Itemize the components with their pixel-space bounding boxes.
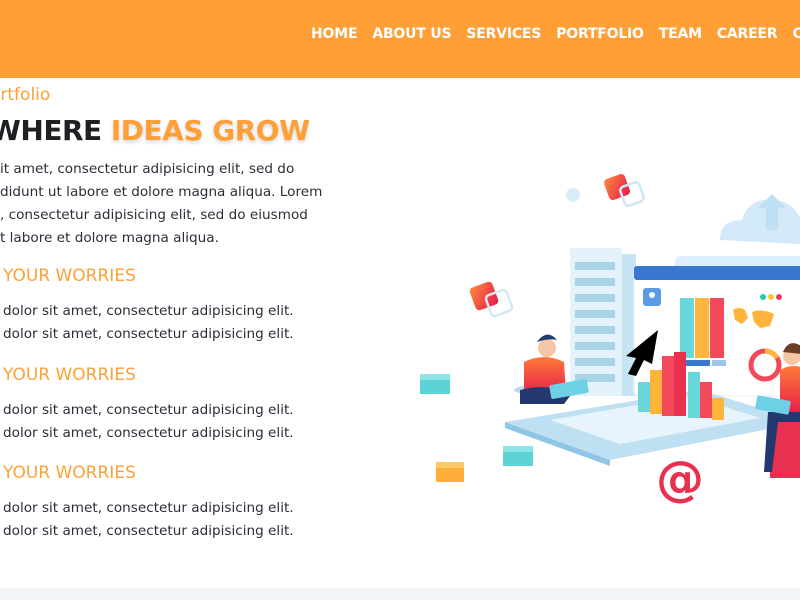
feature-text: dolor sit amet, consectetur adipisicing … <box>3 300 340 346</box>
intro-paragraph: it amet, consectetur adipisicing elit, s… <box>0 158 342 250</box>
main-nav: HOME ABOUT US SERVICES PORTFOLIO TEAM CA… <box>311 26 800 42</box>
floating-tile-icon <box>604 174 645 207</box>
nav-services[interactable]: SERVICES <box>466 26 541 42</box>
feature-line: dolor sit amet, consectetur adipisicing … <box>3 303 294 319</box>
feature-line: dolor sit amet, consectetur adipisicing … <box>3 402 294 418</box>
feature-line: dolor sit amet, consectetur adipisicing … <box>3 500 294 516</box>
at-symbol-icon: @ <box>656 451 704 507</box>
feature-text: dolor sit amet, consectetur adipisicing … <box>3 399 340 445</box>
nav-about-us[interactable]: ABOUT US <box>372 26 451 42</box>
feature-line: dolor sit amet, consectetur adipisicing … <box>3 425 294 441</box>
nav-contact[interactable]: CONT <box>792 26 800 42</box>
cube-teal <box>503 446 533 466</box>
intro-line: didunt ut labore et dolore magna aliqua.… <box>0 184 323 200</box>
page-title: WHERE IDEAS GROW <box>0 114 310 147</box>
breadcrumb: ortfolio <box>0 85 51 105</box>
title-accent: IDEAS GROW <box>110 114 310 147</box>
feature-block: YOUR WORRIES dolor sit amet, consectetur… <box>0 463 340 543</box>
feature-line: dolor sit amet, consectetur adipisicing … <box>3 326 294 342</box>
intro-line: , consectetur adipisicing elit, sed do e… <box>0 207 308 223</box>
nav-team[interactable]: TEAM <box>659 26 702 42</box>
floating-dot <box>566 188 580 202</box>
cube-teal <box>420 374 450 394</box>
feature-block: YOUR WORRIES dolor sit amet, consectetur… <box>0 365 340 445</box>
site-header: HOME ABOUT US SERVICES PORTFOLIO TEAM CA… <box>0 0 800 78</box>
floating-tile-icon <box>469 281 514 318</box>
feature-text: dolor sit amet, consectetur adipisicing … <box>3 497 340 543</box>
feature-title: YOUR WORRIES <box>3 365 136 385</box>
feature-title: YOUR WORRIES <box>3 266 136 286</box>
intro-line: t labore et dolore magna aliqua. <box>0 230 219 246</box>
feature-line: dolor sit amet, consectetur adipisicing … <box>3 523 294 539</box>
nav-home[interactable]: HOME <box>311 26 358 42</box>
cloud-upload-icon <box>720 194 800 244</box>
title-dark: WHERE <box>0 114 111 147</box>
intro-line: it amet, consectetur adipisicing elit, s… <box>0 161 295 177</box>
feature-title: YOUR WORRIES <box>3 463 136 483</box>
cube-orange <box>436 462 464 482</box>
nav-career[interactable]: CAREER <box>717 26 778 42</box>
hero-illustration: @ <box>420 174 800 507</box>
next-section-strip <box>0 588 800 600</box>
feature-block: YOUR WORRIES dolor sit amet, consectetur… <box>0 266 340 346</box>
server-rack <box>570 248 636 396</box>
nav-portfolio[interactable]: PORTFOLIO <box>556 26 644 42</box>
